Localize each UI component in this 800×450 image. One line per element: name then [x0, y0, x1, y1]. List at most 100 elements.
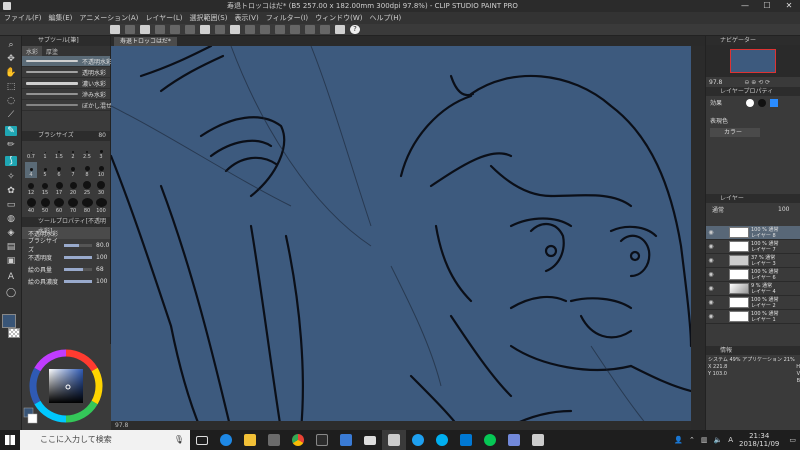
- size-option[interactable]: 25: [81, 180, 93, 196]
- network-icon[interactable]: ▥: [701, 436, 708, 444]
- eraser-tool-icon[interactable]: ▭: [5, 200, 17, 210]
- maximize-button[interactable]: ☐: [756, 0, 778, 12]
- decoration-tool-icon[interactable]: ✿: [5, 186, 17, 196]
- figure-tool-icon[interactable]: ▣: [5, 256, 17, 266]
- save-icon[interactable]: [155, 25, 165, 34]
- open-file-icon[interactable]: [140, 25, 150, 34]
- visibility-eye-icon[interactable]: ◉: [706, 299, 716, 306]
- new-file-icon[interactable]: [125, 25, 135, 34]
- selection-border-icon[interactable]: [290, 25, 300, 34]
- brush-item-thick-watercolor[interactable]: 濃い水彩: [22, 78, 110, 89]
- size-option[interactable]: 70: [67, 198, 79, 214]
- menu-animation[interactable]: アニメーション(A): [79, 13, 138, 23]
- lasso-tool-icon[interactable]: ◌: [5, 96, 17, 106]
- property-paint-amount[interactable]: 絵の具量 68: [22, 263, 110, 275]
- crop-icon[interactable]: [260, 25, 270, 34]
- size-option[interactable]: 0.7: [25, 144, 37, 160]
- menu-window[interactable]: ウィンドウ(W): [315, 13, 362, 23]
- layer-row[interactable]: ◉ 100 % 通常 レイヤー 6: [706, 268, 800, 282]
- layer-row[interactable]: ◉ 9 % 通常 レイヤー 4: [706, 282, 800, 296]
- tone-effect-icon[interactable]: [758, 99, 766, 107]
- brush-item-opaque-watercolor[interactable]: 不透明水彩: [22, 56, 112, 67]
- tab-watercolor[interactable]: 水彩: [22, 46, 43, 56]
- airbrush-tool-icon[interactable]: ✧: [5, 172, 17, 182]
- main-color-swatch[interactable]: [2, 314, 16, 328]
- people-icon[interactable]: 👤: [674, 436, 683, 444]
- fill-tool-icon[interactable]: ◈: [5, 228, 17, 238]
- taskbar-search[interactable]: ここに入力して検索 🎙: [20, 430, 190, 450]
- color-wheel[interactable]: [22, 344, 111, 430]
- size-option[interactable]: 20: [67, 180, 79, 196]
- redo-icon[interactable]: [185, 25, 195, 34]
- layer-color-icon[interactable]: [770, 99, 778, 107]
- property-opacity[interactable]: 不透明度 100: [22, 251, 110, 263]
- drawing-canvas[interactable]: [111, 46, 691, 430]
- photoshop-icon[interactable]: [310, 430, 334, 450]
- pencil-tool-icon[interactable]: ✏: [5, 140, 17, 150]
- volume-icon[interactable]: 🔈: [714, 436, 723, 444]
- size-option[interactable]: 2.5: [81, 144, 93, 160]
- zoom-tool-icon[interactable]: ⌕: [5, 40, 17, 50]
- ie-icon[interactable]: [406, 430, 430, 450]
- blend-mode-select[interactable]: 通常: [712, 205, 724, 214]
- blend-tool-icon[interactable]: ◍: [5, 214, 17, 224]
- size-option[interactable]: 8: [81, 162, 93, 178]
- chrome-icon[interactable]: [286, 430, 310, 450]
- brush-size-slider[interactable]: [64, 243, 92, 247]
- discord-icon[interactable]: [502, 430, 526, 450]
- layer-opacity-value[interactable]: 100: [778, 206, 789, 213]
- brush-item-transparent-watercolor[interactable]: 透明水彩: [22, 67, 110, 78]
- close-button[interactable]: ✕: [778, 0, 800, 12]
- undo-icon[interactable]: [170, 25, 180, 34]
- text-tool-icon[interactable]: A: [5, 272, 17, 282]
- size-option[interactable]: 30: [95, 180, 107, 196]
- menu-help[interactable]: ヘルプ(H): [369, 13, 401, 23]
- menu-view[interactable]: 表示(V): [234, 13, 258, 23]
- line-icon[interactable]: [478, 430, 502, 450]
- size-option[interactable]: 17: [53, 180, 65, 196]
- ime-indicator[interactable]: A: [728, 436, 733, 444]
- selection-tool-icon[interactable]: ⬚: [5, 82, 17, 92]
- notification-icon[interactable]: ▭: [789, 436, 796, 444]
- size-option[interactable]: 6: [53, 162, 65, 178]
- invert-selection-icon[interactable]: [275, 25, 285, 34]
- menu-layer[interactable]: レイヤー(L): [145, 13, 182, 23]
- snap-ruler-icon[interactable]: [305, 25, 315, 34]
- menu-edit[interactable]: 編集(E): [49, 13, 73, 23]
- visibility-eye-icon[interactable]: ◉: [706, 243, 716, 250]
- opacity-slider[interactable]: [64, 255, 92, 259]
- task-view-icon[interactable]: [190, 430, 214, 450]
- microphone-icon[interactable]: 🎙: [174, 430, 184, 450]
- paint-app-icon[interactable]: [526, 430, 550, 450]
- layer-row[interactable]: ◉ 100 % 通常 レイヤー 2: [706, 296, 800, 310]
- menu-filter[interactable]: フィルター(I): [266, 13, 308, 23]
- clear-icon[interactable]: [200, 25, 210, 34]
- expression-color-select[interactable]: カラー: [710, 128, 760, 137]
- mail-icon[interactable]: [358, 430, 382, 450]
- visibility-eye-icon[interactable]: ◉: [706, 229, 716, 236]
- deselect-icon[interactable]: [245, 25, 255, 34]
- layer-row[interactable]: ◉ 100 % 通常 レイヤー 8: [706, 226, 800, 240]
- visibility-eye-icon[interactable]: ◉: [706, 313, 716, 320]
- size-option[interactable]: 80: [81, 198, 93, 214]
- canvas-vertical-scrollbar[interactable]: [691, 46, 705, 430]
- menu-file[interactable]: ファイル(F): [4, 13, 42, 23]
- eyedropper-tool-icon[interactable]: ⟋: [5, 110, 17, 120]
- size-option[interactable]: 10: [95, 162, 107, 178]
- help-icon[interactable]: ?: [350, 25, 360, 34]
- hand-tool-icon[interactable]: ✋: [5, 68, 17, 78]
- size-option[interactable]: 40: [25, 198, 37, 214]
- size-option[interactable]: 15: [39, 180, 51, 196]
- layer-row[interactable]: ◉ 37 % 通常 レイヤー 3: [706, 254, 800, 268]
- border-effect-icon[interactable]: [746, 99, 754, 107]
- layer-row[interactable]: ◉ 100 % 通常 レイヤー 7: [706, 240, 800, 254]
- tab-thick-paint[interactable]: 厚塗: [42, 46, 62, 56]
- navigator-zoom-icons[interactable]: ⊖ ⊕ ⟲ ⟳: [744, 79, 770, 86]
- brush-tool-icon[interactable]: ⟆: [5, 156, 17, 166]
- visibility-eye-icon[interactable]: ◉: [706, 271, 716, 278]
- size-option[interactable]: 12: [25, 180, 37, 196]
- document-tab[interactable]: 寿退トロッコはだ*: [114, 37, 177, 46]
- store-icon[interactable]: [262, 430, 286, 450]
- visibility-eye-icon[interactable]: ◉: [706, 285, 716, 292]
- skype-business-icon[interactable]: [454, 430, 478, 450]
